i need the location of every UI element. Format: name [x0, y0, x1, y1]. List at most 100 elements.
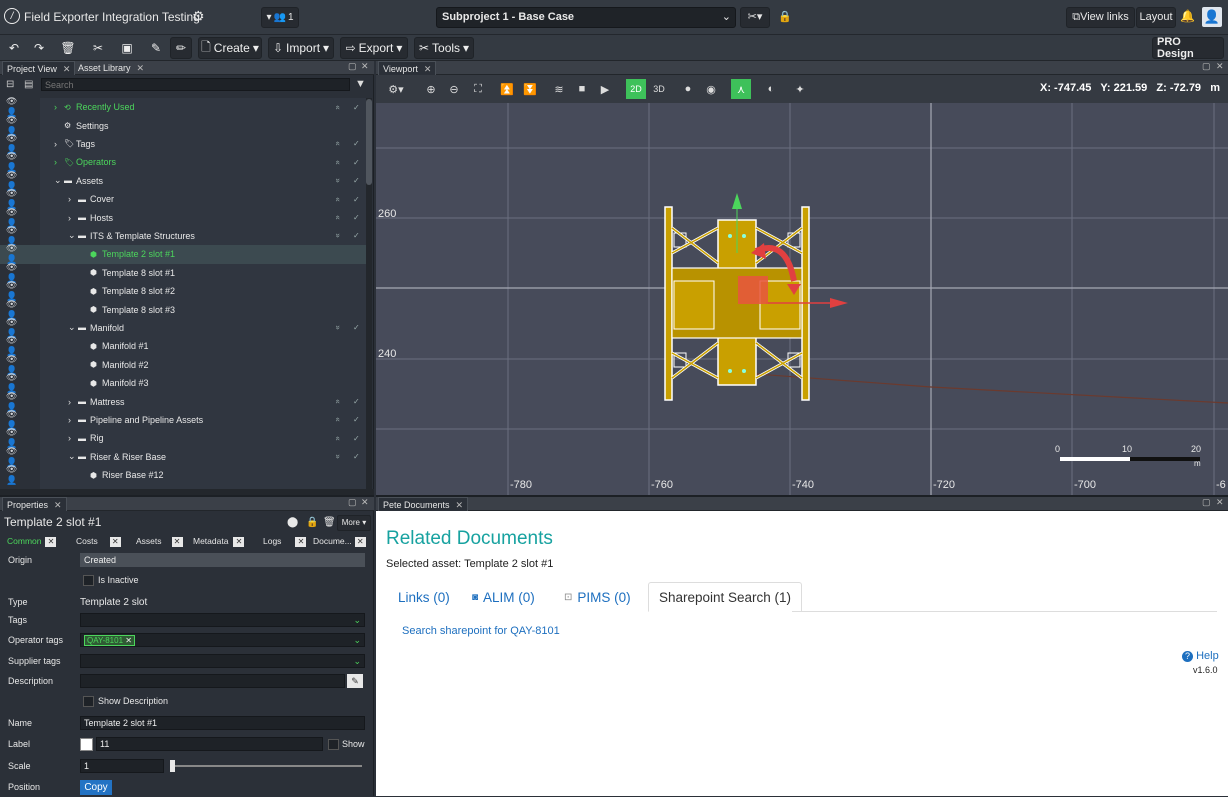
scrollbar-thumb[interactable] — [366, 99, 372, 185]
check-icon[interactable]: ✓ — [353, 176, 360, 185]
bell-icon[interactable]: 🔔 — [1180, 9, 1195, 23]
tree-item[interactable]: 👁 👤 ⌄ ▬ ITS & Template Structures» ✓ — [0, 225, 366, 246]
more-button[interactable]: More ▾ — [337, 515, 371, 531]
sort-icon[interactable]: » — [334, 455, 343, 459]
close-icon[interactable]: ✕ — [54, 500, 62, 510]
tree-item[interactable]: 👁 👤 ⬢ Manifold #1 — [0, 335, 366, 356]
layers-icon[interactable]: ≋ — [549, 79, 569, 99]
scale-input[interactable]: 1 — [80, 759, 164, 773]
play-icon[interactable]: ▶ — [595, 79, 615, 99]
tags-select[interactable]: ⌄ — [80, 613, 365, 627]
maximize-icon[interactable]: ▢ — [348, 497, 357, 508]
tree-item[interactable]: 👁 👤 ⬢ Manifold #3 — [0, 372, 366, 393]
sort-icon[interactable]: « — [334, 399, 343, 403]
sort-icon[interactable]: » — [334, 326, 343, 330]
tab-asset-library[interactable]: Asset Library ✕ — [74, 61, 148, 75]
remove-tag-icon[interactable]: ✕ — [125, 636, 132, 645]
close-icon[interactable]: ✕ — [45, 537, 57, 547]
trash-icon[interactable]: 🗑 — [323, 517, 336, 528]
chevron-down-icon[interactable]: ⌄ — [54, 175, 62, 186]
create-button[interactable]: 🗋 Create ▾ — [198, 37, 262, 59]
check-icon[interactable]: ✓ — [353, 323, 360, 332]
filter-icon[interactable]: ▼ — [355, 78, 366, 90]
fit-view-icon[interactable]: ⛶ — [468, 79, 488, 99]
tree-item[interactable]: 👁 👤 › 🏷 Operators «✓ — [0, 151, 366, 172]
chevron-right-icon[interactable]: › — [68, 415, 71, 425]
operator-tag-chip[interactable]: QAY-8101 ✕ — [84, 635, 135, 646]
operator-tags-select[interactable]: QAY-8101 ✕ ⌄ — [80, 633, 365, 647]
close-icon[interactable]: ✕ — [354, 537, 366, 547]
tree-item[interactable]: 👁 👤 ⌄ ▬ Manifold» ✓ — [0, 317, 366, 338]
check-icon[interactable]: ✓ — [353, 103, 360, 112]
tab-pims[interactable]: ⊡ PIMS (0) — [556, 582, 639, 612]
close-icon[interactable]: ✕ — [233, 537, 245, 547]
sort-icon[interactable]: « — [334, 197, 343, 201]
tree-item[interactable]: 👁 👤 › ▬ Pipeline and Pipeline Assets «✓ — [0, 409, 366, 430]
tree-item[interactable]: 👁 👤 ⬢ Riser Base #12 — [0, 464, 366, 485]
label-color-swatch[interactable] — [80, 737, 93, 751]
label-input[interactable]: 11 — [96, 737, 323, 751]
tree-item[interactable]: 👁 👤 › 🏷 Tags «✓ — [0, 133, 366, 154]
subtab-costs[interactable]: Costs ✕ — [73, 534, 124, 548]
measure-icon[interactable]: ⋏ — [731, 79, 751, 99]
avatar[interactable]: 👤 — [1202, 7, 1222, 27]
tree-item[interactable]: 👁 👤 › ⟲ Recently Used «✓ — [0, 96, 366, 117]
sort-icon[interactable]: » — [334, 234, 343, 238]
eraser-icon[interactable]: ✎ — [146, 37, 166, 59]
tab-project-view[interactable]: Project View ✕ — [2, 61, 76, 75]
help-link[interactable]: ? Help — [1182, 650, 1219, 662]
tree-item[interactable]: 👁 👤 ⬢ Template 8 slot #1 — [0, 262, 366, 283]
subtab-logs[interactable]: Logs ✕ — [260, 534, 309, 548]
sort-icon[interactable]: » — [334, 179, 343, 183]
lock-icon[interactable]: 🔒 — [306, 517, 318, 528]
show-label-checkbox[interactable] — [328, 738, 339, 750]
sort-icon[interactable]: « — [334, 142, 343, 146]
supplier-tags-select[interactable]: ⌄ — [80, 654, 365, 668]
close-icon[interactable]: ✕ — [109, 537, 121, 547]
scale-slider-thumb[interactable] — [170, 760, 175, 772]
subtab-common[interactable]: Common ✕ — [4, 534, 59, 548]
tab-links[interactable]: Links (0) — [390, 582, 458, 612]
chevron-right-icon[interactable]: › — [54, 139, 57, 149]
tab-sharepoint-search[interactable]: Sharepoint Search (1) — [648, 582, 802, 612]
tree-item[interactable]: 👁 👤 ⌄ ▬ Riser & Riser Base» ✓ — [0, 446, 366, 467]
trash-icon[interactable]: 🗑 — [58, 37, 78, 59]
chevron-right-icon[interactable]: › — [68, 194, 71, 204]
maximize-icon[interactable]: ▢ — [1202, 497, 1211, 508]
check-icon[interactable]: ✓ — [353, 139, 360, 148]
description-field[interactable] — [80, 674, 345, 688]
check-icon[interactable]: ✓ — [353, 452, 360, 461]
tree-item[interactable]: 👁 👤 › ▬ Rig «✓ — [0, 427, 366, 448]
close-panel-icon[interactable]: ✕ — [1216, 61, 1224, 72]
sharepoint-search-link[interactable]: Search sharepoint for QAY-8101 — [402, 625, 560, 637]
mode-3d-button[interactable]: 3D — [649, 79, 669, 99]
chevron-down-icon[interactable]: ⌄ — [68, 230, 76, 241]
chevron-right-icon[interactable]: › — [68, 433, 71, 443]
tree-view-icon[interactable]: ⊟ — [6, 79, 14, 90]
is-inactive-checkbox[interactable] — [83, 574, 94, 586]
magic-wand-icon[interactable]: ✦ — [790, 79, 810, 99]
export-button[interactable]: ⇨ Export ▾ — [340, 37, 408, 59]
project-select[interactable]: Subproject 1 - Base Case ⌄ — [436, 7, 736, 28]
name-input[interactable]: Template 2 slot #1 — [80, 716, 365, 730]
tree-item[interactable]: 👁 👤 › ▬ Mattress «✓ — [0, 391, 366, 412]
check-icon[interactable]: ✓ — [353, 231, 360, 240]
move-xy-handle[interactable] — [738, 276, 768, 304]
close-panel-icon[interactable]: ✕ — [1216, 497, 1224, 508]
close-icon[interactable]: ✕ — [137, 63, 145, 73]
image-icon[interactable]: ▣ — [117, 37, 137, 59]
sort-icon[interactable]: « — [334, 418, 343, 422]
maximize-icon[interactable]: ▢ — [348, 61, 357, 72]
tree-scrollbar[interactable] — [366, 98, 372, 495]
layout-button[interactable]: Layout — [1136, 7, 1176, 28]
show-description-checkbox[interactable] — [83, 695, 94, 707]
tree-item[interactable]: 👁 👤 ⚙ Settings — [0, 115, 366, 136]
users-dropdown[interactable]: ▾ 👥 1 — [261, 7, 299, 28]
folder-view-icon[interactable]: ▤ — [24, 79, 33, 90]
tab-properties[interactable]: Properties ✕ — [2, 497, 67, 511]
chevron-right-icon[interactable]: › — [54, 157, 57, 167]
zoom-out-icon[interactable]: ⊖ — [444, 79, 464, 99]
location-icon[interactable]: ⬤ — [287, 517, 298, 528]
close-icon[interactable]: ✕ — [171, 537, 183, 547]
search-input[interactable] — [41, 78, 350, 91]
